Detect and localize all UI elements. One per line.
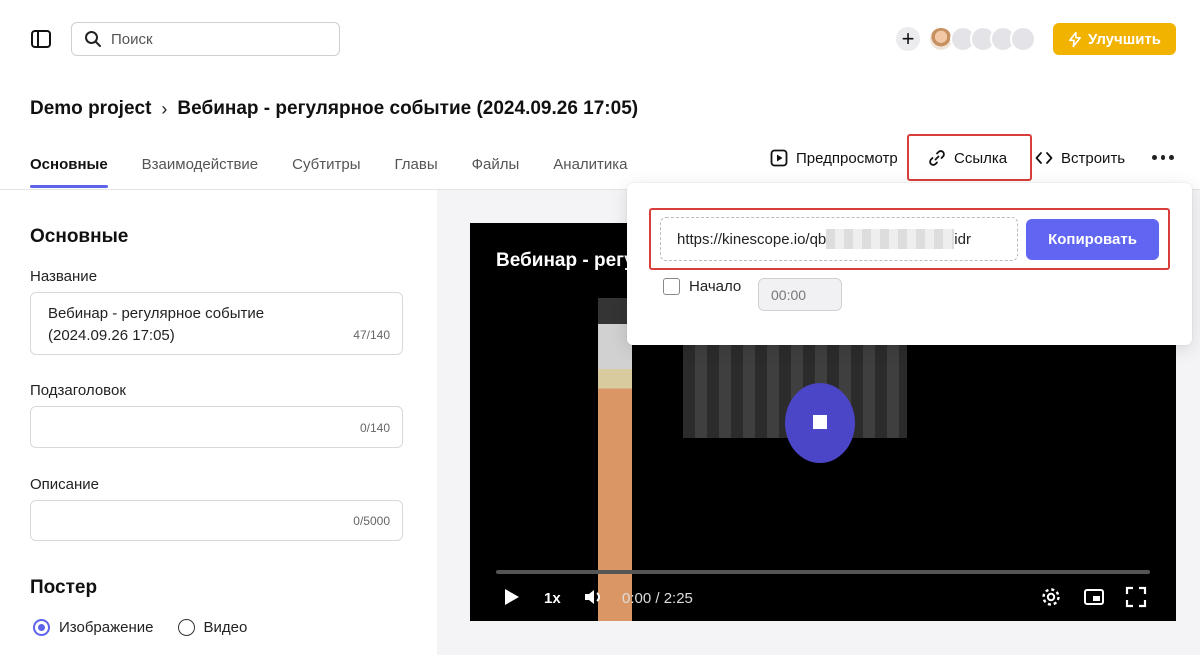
breadcrumb-project[interactable]: Demo project	[30, 98, 151, 120]
tab-subtitles[interactable]: Субтитры	[292, 140, 360, 188]
share-url-field[interactable]: https://kinescope.io/qb idr	[660, 217, 1018, 261]
tab-interaction[interactable]: Взаимодействие	[142, 140, 258, 188]
chevron-right-icon: ›	[161, 98, 168, 119]
search-box[interactable]	[71, 22, 340, 56]
link-button[interactable]: Ссылка	[928, 140, 1007, 176]
video-progress-bar[interactable]	[496, 570, 1150, 574]
embed-label: Встроить	[1061, 149, 1126, 167]
playback-speed[interactable]: 1x	[544, 590, 561, 607]
poster-type-radio-group: Изображение Видео	[33, 619, 271, 636]
name-value: Вебинар - регулярное событие (2024.09.26…	[48, 305, 265, 344]
search-input[interactable]	[111, 30, 331, 48]
tab-bar: Основные Взаимодействие Субтитры Главы Ф…	[30, 140, 662, 190]
section-title-main: Основные	[30, 226, 129, 247]
link-label: Ссылка	[954, 149, 1008, 167]
play-square-icon	[770, 149, 788, 167]
tab-analytics[interactable]: Аналитика	[553, 140, 627, 188]
subtitle-label: Подзаголовок	[30, 382, 126, 399]
name-field[interactable]: Вебинар - регулярное событие (2024.09.26…	[30, 292, 403, 355]
fullscreen-icon[interactable]	[1125, 586, 1147, 613]
name-label: Название	[30, 268, 98, 285]
share-url-prefix: https://kinescope.io/qb	[677, 230, 827, 248]
description-char-count: 0/5000	[353, 514, 390, 528]
upgrade-button[interactable]: Улучшить	[1053, 23, 1176, 55]
share-link-popover: https://kinescope.io/qb idr Копировать На…	[627, 183, 1192, 345]
preview-button[interactable]: Предпросмотр	[770, 140, 898, 176]
start-time-checkbox[interactable]	[663, 278, 680, 295]
add-button[interactable]: +	[896, 27, 920, 51]
avatar[interactable]	[1010, 26, 1036, 52]
poster-option-image-label: Изображение	[59, 619, 154, 636]
poster-option-video-label: Видео	[203, 619, 248, 636]
top-bar: + Улучшить	[0, 0, 1200, 80]
player-controls: 1x 0:00 / 2:25	[470, 583, 1176, 613]
poster-option-image[interactable]: Изображение	[33, 619, 154, 636]
embed-button[interactable]: Встроить	[1035, 140, 1125, 176]
team-avatars[interactable]	[928, 26, 1038, 52]
volume-icon[interactable]	[582, 586, 604, 613]
start-time-row: Начало	[663, 278, 741, 295]
breadcrumb: Demo project › Вебинар - регулярное собы…	[30, 98, 638, 120]
code-icon	[1035, 152, 1053, 164]
name-char-count: 47/140	[353, 328, 390, 342]
picture-in-picture-icon[interactable]	[1083, 586, 1105, 613]
playback-time: 0:00 / 2:25	[622, 590, 693, 607]
lightning-icon	[1068, 31, 1082, 47]
video-center-play-icon[interactable]	[785, 383, 855, 463]
radio-selected[interactable]	[33, 619, 50, 636]
preview-label: Предпросмотр	[796, 149, 898, 167]
settings-gear-icon[interactable]	[1040, 586, 1062, 613]
start-time-input[interactable]: 00:00	[758, 278, 842, 311]
search-icon	[85, 31, 101, 47]
share-url-suffix: idr	[954, 230, 971, 248]
settings-panel: Основные Название Вебинар - регулярное с…	[0, 190, 437, 655]
upgrade-label: Улучшить	[1087, 30, 1162, 48]
tab-main[interactable]: Основные	[30, 140, 108, 188]
page-title: Вебинар - регулярное событие (2024.09.26…	[177, 98, 639, 119]
subtitle-char-count: 0/140	[359, 421, 390, 435]
play-icon[interactable]	[500, 586, 522, 613]
description-field[interactable]: 0/5000	[30, 500, 403, 541]
subtitle-field[interactable]: 0/140	[30, 406, 403, 448]
start-time-label: Начало	[689, 278, 742, 295]
description-label: Описание	[30, 476, 100, 493]
tab-files[interactable]: Файлы	[472, 140, 520, 188]
copy-link-button[interactable]: Копировать	[1026, 219, 1159, 260]
section-title-poster: Постер	[30, 577, 98, 598]
poster-option-video[interactable]: Видео	[177, 619, 248, 636]
more-options-icon[interactable]	[1152, 150, 1175, 164]
link-icon	[929, 150, 945, 166]
redacted-url-part	[826, 229, 955, 249]
tab-chapters[interactable]: Главы	[394, 140, 437, 188]
plus-icon: +	[901, 26, 915, 51]
radio-unselected[interactable]	[177, 619, 195, 636]
sidebar-toggle-icon[interactable]	[30, 28, 52, 50]
